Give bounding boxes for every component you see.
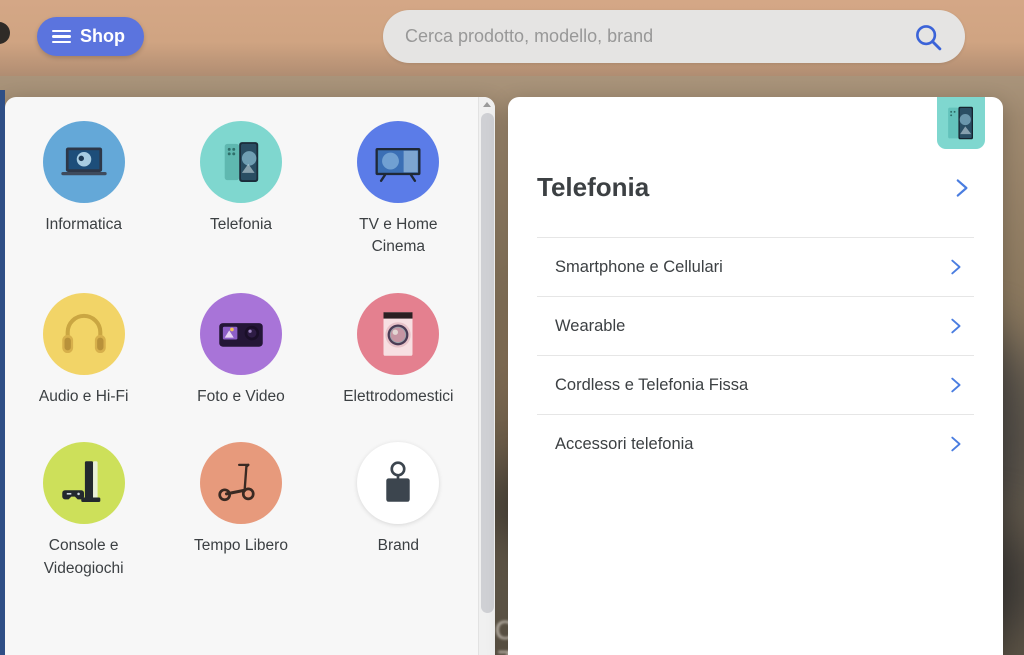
chevron-right-icon — [951, 436, 961, 452]
category-label: Audio e Hi-Fi — [38, 387, 129, 405]
subcategory-label: Cordless e Telefonia Fissa — [555, 375, 749, 394]
smartphone-icon — [199, 121, 282, 203]
search-bar[interactable] — [383, 10, 965, 63]
subpanel-title: Telefonia — [537, 172, 650, 202]
categories-panel: Informatica Telefonia TV e Home Cinema A… — [5, 97, 495, 655]
category-label: Informatica — [45, 216, 122, 233]
shop-menu-button[interactable]: Shop — [37, 17, 144, 56]
scooter-icon — [199, 442, 282, 525]
category-grid: Informatica Telefonia TV e Home Cinema A… — [5, 97, 477, 580]
subcategory-item-cordless-e-telefonia-fissa[interactable]: Cordless e Telefonia Fissa — [537, 355, 974, 414]
site-header: Shop — [0, 0, 1024, 76]
category-label: Brand — [377, 537, 419, 555]
category-item-audio-hifi[interactable]: Audio e Hi-Fi — [5, 292, 162, 408]
app-window: O M O M 75 Shop — [0, 0, 1024, 655]
subpanel-title-row[interactable]: Telefonia — [537, 172, 974, 203]
left-edge-rail — [0, 90, 5, 655]
category-label: Tempo Libero — [194, 537, 288, 555]
category-item-tempo-libero[interactable]: Tempo Libero — [162, 442, 319, 580]
washing-machine-icon — [357, 292, 440, 375]
television-icon — [357, 121, 440, 203]
chevron-right-icon — [951, 318, 961, 334]
category-item-tv-home-cinema[interactable]: TV e Home Cinema — [320, 121, 477, 259]
subcategories-panel: Telefonia Smartphone e Cellulari Wearabl… — [508, 97, 1003, 655]
subcategory-label: Accessori telefonia — [555, 434, 694, 453]
laptop-icon — [42, 121, 125, 203]
search-input[interactable] — [405, 26, 913, 47]
action-camera-icon — [199, 292, 282, 375]
scrollbar-thumb[interactable] — [481, 113, 494, 613]
category-label: Telefonia — [209, 216, 273, 233]
smartphone-thumbnail-icon — [937, 97, 985, 149]
chevron-right-icon — [951, 377, 961, 393]
game-console-icon — [42, 442, 125, 525]
category-item-informatica[interactable]: Informatica — [5, 121, 162, 259]
chevron-right-icon[interactable] — [948, 175, 974, 201]
category-item-foto-video[interactable]: Foto e Video — [162, 292, 319, 408]
subcategory-item-wearable[interactable]: Wearable — [537, 296, 974, 355]
subcategory-item-smartphone-e-cellulari[interactable]: Smartphone e Cellulari — [537, 237, 974, 296]
category-label: Foto e Video — [197, 387, 285, 405]
chevron-right-icon — [951, 259, 961, 275]
subcategory-label: Wearable — [555, 316, 626, 335]
category-item-elettrodomestici[interactable]: Elettrodomestici — [320, 292, 477, 408]
headphones-icon — [42, 292, 125, 375]
hamburger-menu-icon — [52, 29, 71, 44]
header-edge-avatar — [0, 22, 10, 44]
categories-panel-scrollbar[interactable] — [478, 97, 495, 655]
subcategory-list: Smartphone e Cellulari Wearable Cordless… — [537, 237, 974, 473]
scroll-up-arrow-icon[interactable] — [483, 102, 491, 107]
category-item-console-videogiochi[interactable]: Console e Videogiochi — [5, 442, 162, 580]
category-label: Elettrodomestici — [343, 387, 454, 405]
subcategory-label: Smartphone e Cellulari — [555, 257, 723, 276]
category-label: TV e Home Cinema — [359, 216, 438, 256]
category-label: Console e Videogiochi — [43, 537, 124, 577]
category-item-telefonia[interactable]: Telefonia — [162, 121, 319, 259]
shop-button-label: Shop — [80, 26, 125, 46]
subcategory-item-accessori-telefonia[interactable]: Accessori telefonia — [537, 414, 974, 473]
search-icon[interactable] — [913, 22, 943, 52]
price-tag-icon — [357, 442, 440, 525]
category-item-brand[interactable]: Brand — [320, 442, 477, 580]
